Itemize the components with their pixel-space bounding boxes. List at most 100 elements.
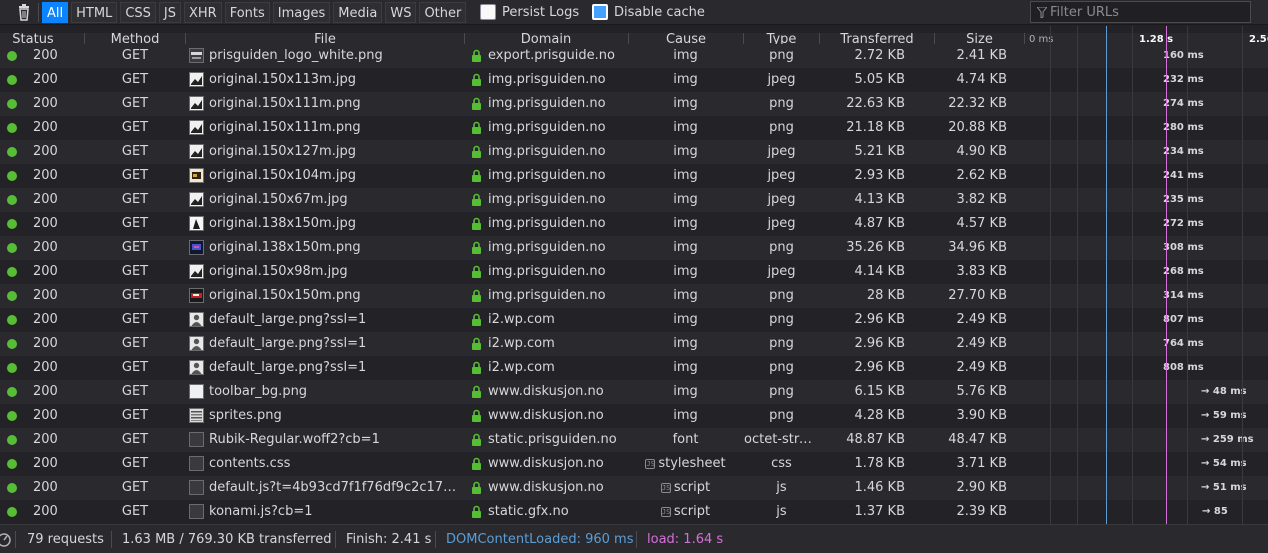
waterfall-time-label: 241 ms xyxy=(1163,170,1204,181)
timeline-gridline xyxy=(1187,26,1188,524)
waterfall-time-label: 807 ms xyxy=(1163,314,1204,325)
filter-urls-search[interactable] xyxy=(1030,1,1251,23)
lock-icon xyxy=(471,97,482,110)
status-code: 200 xyxy=(33,336,58,351)
filter-media-button[interactable]: Media xyxy=(333,2,383,23)
trash-icon[interactable] xyxy=(16,4,32,21)
filter-js-button[interactable]: JS xyxy=(158,2,181,23)
dom-content-loaded-marker xyxy=(1106,26,1107,524)
method: GET xyxy=(121,504,149,519)
lock-icon xyxy=(471,361,482,374)
footer-separator xyxy=(15,531,16,548)
cause-label: script xyxy=(673,504,711,519)
file-name: toolbar_bg.png xyxy=(209,384,308,399)
transferred-size: 4.14 KB xyxy=(854,264,905,279)
filter-images-button[interactable]: Images xyxy=(272,2,331,23)
transferred-size: 4.13 KB xyxy=(854,192,905,207)
status-code: 200 xyxy=(33,264,58,279)
file-thumbnail-icon xyxy=(189,216,204,231)
cause: JS script xyxy=(628,500,743,524)
status-code: 200 xyxy=(33,192,58,207)
domain: img.prisguiden.no xyxy=(488,264,606,279)
transferred-size: 22.63 KB xyxy=(846,96,905,111)
filter-urls-input[interactable] xyxy=(1050,4,1245,20)
status-dot-icon xyxy=(7,315,17,325)
cause-label: img xyxy=(673,48,698,63)
content-type: jpeg xyxy=(767,264,796,279)
status-dot-icon xyxy=(7,339,17,349)
filter-fonts-button[interactable]: Fonts xyxy=(224,2,270,23)
transferred-size: 4.87 KB xyxy=(854,216,905,231)
lock-icon xyxy=(471,409,482,422)
file-name: original.150x111m.png xyxy=(209,120,361,135)
file-thumbnail-icon xyxy=(189,192,204,207)
filter-html-button[interactable]: HTML xyxy=(71,2,118,23)
content-type: js xyxy=(776,480,787,495)
cause-label: img xyxy=(673,360,698,375)
waterfall-time-label: 232 ms xyxy=(1163,74,1204,85)
domain: static.prisguiden.no xyxy=(488,432,617,447)
cause: font xyxy=(628,428,743,452)
file-name: original.150x98m.jpg xyxy=(209,264,348,279)
filter-ws-button[interactable]: WS xyxy=(385,2,417,23)
method: GET xyxy=(121,48,149,63)
persist-logs-checkbox[interactable]: Persist Logs xyxy=(480,3,579,21)
file-name: original.150x113m.jpg xyxy=(209,72,356,87)
lock-icon xyxy=(471,481,482,494)
content-type: png xyxy=(769,96,794,111)
filter-other-button[interactable]: Other xyxy=(419,2,467,23)
lock-icon xyxy=(471,265,482,278)
file-thumbnail-icon xyxy=(189,288,204,303)
transferred-size: 5.05 KB xyxy=(854,72,905,87)
file-name: original.150x150m.png xyxy=(209,288,361,303)
waterfall-time-label: 160 ms xyxy=(1163,50,1204,61)
load-time: load: 1.64 s xyxy=(647,532,724,547)
cause: img xyxy=(628,404,743,428)
status-dot-icon xyxy=(7,171,17,181)
status-dot-icon xyxy=(7,435,17,445)
disable-cache-box[interactable] xyxy=(592,4,608,20)
transferred-size: 1.46 KB xyxy=(854,480,905,495)
domain: img.prisguiden.no xyxy=(488,168,606,183)
domain: img.prisguiden.no xyxy=(488,96,606,111)
status-bar: 79 requests 1.63 MB / 769.30 KB transfer… xyxy=(0,524,1268,553)
cause: img xyxy=(628,308,743,332)
lock-icon xyxy=(471,385,482,398)
method: GET xyxy=(121,384,149,399)
cause: img xyxy=(628,68,743,92)
status-code: 200 xyxy=(33,144,58,159)
performance-icon[interactable] xyxy=(0,531,12,548)
filter-css-button[interactable]: CSS xyxy=(120,2,156,23)
resource-size: 3.83 KB xyxy=(956,264,1007,279)
waterfall-time-label: 764 ms xyxy=(1163,338,1204,349)
disable-cache-checkbox[interactable]: Disable cache xyxy=(592,3,705,21)
cause: JS script xyxy=(628,476,743,500)
lock-icon xyxy=(471,289,482,302)
transferred-size: 48.87 KB xyxy=(846,432,905,447)
file-thumbnail-icon xyxy=(189,456,204,471)
waterfall-time-label: → 259 ms xyxy=(1201,434,1254,445)
cause-label: img xyxy=(673,408,698,423)
file-thumbnail-icon xyxy=(189,480,204,495)
content-type: png xyxy=(769,384,794,399)
method: GET xyxy=(121,312,149,327)
status-code: 200 xyxy=(33,72,58,87)
file-thumbnail-icon xyxy=(189,408,204,423)
filter-xhr-button[interactable]: XHR xyxy=(184,2,222,23)
status-dot-icon xyxy=(7,75,17,85)
footer-separator xyxy=(335,531,336,548)
file-thumbnail-icon xyxy=(189,168,204,183)
cause-label: font xyxy=(672,432,699,447)
lock-icon xyxy=(471,313,482,326)
timeline-gridline xyxy=(1050,26,1051,524)
cause-label: img xyxy=(673,240,698,255)
file-name: original.138x150m.jpg xyxy=(209,216,356,231)
filter-all-button[interactable]: All xyxy=(42,2,69,23)
finish-time: Finish: 2.41 s xyxy=(346,532,432,547)
file-name: prisguiden_logo_white.png xyxy=(209,48,383,63)
method: GET xyxy=(121,72,149,87)
persist-logs-box[interactable] xyxy=(480,4,496,20)
file-name: konami.js?cb=1 xyxy=(209,504,313,519)
cause-label: img xyxy=(673,288,698,303)
content-type: js xyxy=(776,504,787,519)
